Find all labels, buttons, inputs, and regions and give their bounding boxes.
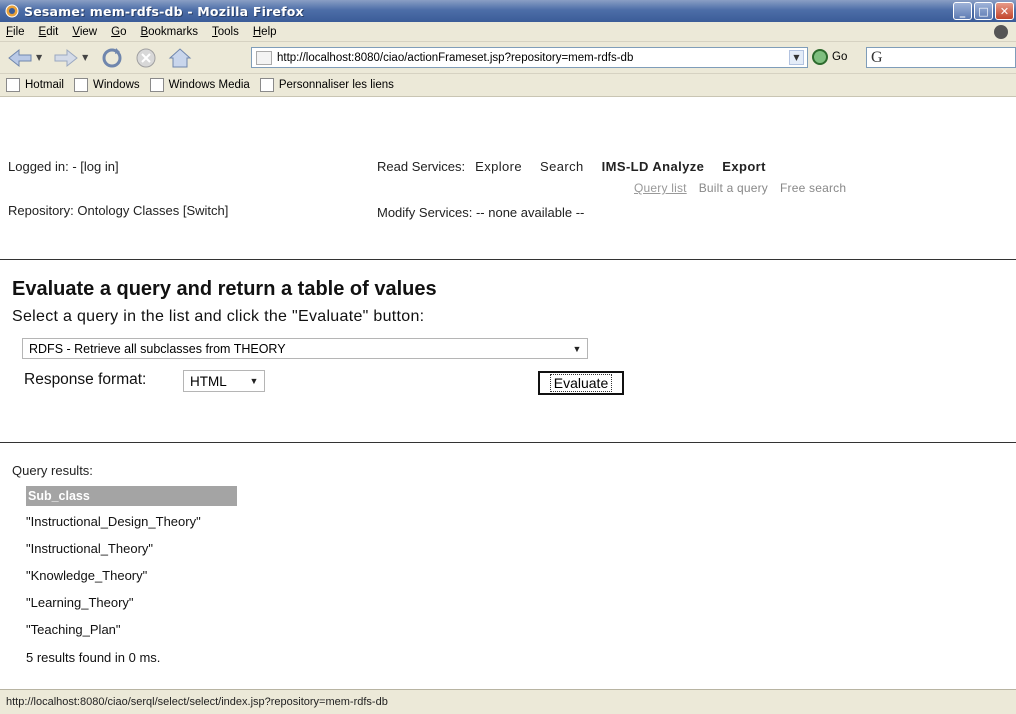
firefox-icon (5, 4, 19, 18)
menu-go[interactable]: Go (111, 26, 126, 38)
response-format-label: Response format: (24, 371, 147, 388)
chevron-down-icon[interactable]: ▼ (246, 373, 262, 388)
menu-bar: File Edit View Go Bookmarks Tools Help (0, 22, 1016, 42)
go-icon (812, 49, 828, 65)
navigation-toolbar: ▼ ▼ http://localhost:8080/ciao/actionFra… (0, 42, 1016, 74)
minimize-button[interactable]: _ (953, 2, 972, 20)
result-row: "Knowledge_Theory" (26, 568, 148, 583)
reload-button[interactable] (98, 46, 126, 70)
bookmark-page-icon (259, 78, 274, 92)
forward-dropdown-icon[interactable]: ▼ (82, 53, 88, 62)
response-format-select[interactable]: HTML ▼ (183, 370, 265, 392)
result-row: "Instructional_Theory" (26, 541, 154, 556)
reload-icon (102, 47, 122, 67)
bookmark-windows[interactable]: Windows (73, 78, 140, 92)
window-title: Sesame: mem-rdfs-db - Mozilla Firefox (24, 3, 304, 19)
read-services: Read Services: Explore Search IMS-LD Ana… (377, 159, 784, 174)
throbber-icon (994, 25, 1008, 39)
status-bar: http://localhost:8080/ciao/serql/select/… (0, 689, 1016, 714)
query-form-frame: Evaluate a query and return a table of v… (0, 260, 1016, 442)
bookmarks-toolbar: Hotmail Windows Windows Media Personnali… (0, 74, 1016, 97)
bookmark-personnaliser[interactable]: Personnaliser les liens (259, 78, 394, 92)
service-search[interactable]: Search (540, 159, 584, 174)
evaluate-button-label: Evaluate (549, 374, 613, 392)
query-submenu: Query list Built a query Free search (634, 181, 858, 195)
modify-services: Modify Services: -- none available -- (377, 205, 585, 220)
bookmark-label: Hotmail (25, 79, 64, 91)
address-bar[interactable]: http://localhost:8080/ciao/actionFramese… (251, 47, 808, 68)
query-instruction: Select a query in the list and click the… (12, 308, 425, 325)
evaluate-button[interactable]: Evaluate (538, 371, 624, 395)
sublink-built-query[interactable]: Built a query (699, 181, 768, 195)
back-button[interactable]: ▼ (6, 46, 46, 70)
results-column-header: Sub_class (26, 486, 237, 506)
back-dropdown-icon[interactable]: ▼ (36, 53, 42, 62)
sublink-free-search[interactable]: Free search (780, 181, 846, 195)
status-text: http://localhost:8080/ciao/serql/select/… (6, 696, 388, 708)
menu-tools[interactable]: Tools (212, 26, 239, 38)
minimize-icon: _ (959, 4, 966, 18)
go-button[interactable]: Go (812, 49, 847, 65)
read-services-label: Read Services: (377, 159, 466, 174)
query-select-value: RDFS - Retrieve all subclasses from THEO… (29, 341, 286, 356)
window-titlebar[interactable]: Sesame: mem-rdfs-db - Mozilla Firefox _ … (0, 0, 1016, 22)
url-dropdown-icon[interactable]: ▼ (789, 50, 804, 65)
result-row: "Teaching_Plan" (26, 622, 121, 637)
results-title: Query results: (12, 463, 93, 478)
results-frame: Query results: Sub_class "Instructional_… (0, 443, 1016, 689)
menu-file[interactable]: File (6, 26, 25, 38)
result-row: "Learning_Theory" (26, 595, 134, 610)
page-icon (256, 50, 272, 65)
bookmark-hotmail[interactable]: Hotmail (6, 78, 64, 92)
bookmark-page-icon (73, 78, 88, 92)
menu-bookmarks[interactable]: Bookmarks (140, 26, 198, 38)
stop-icon (136, 48, 156, 67)
go-label: Go (832, 51, 848, 63)
service-explore[interactable]: Explore (475, 159, 522, 174)
service-imsld-analyze[interactable]: IMS-LD Analyze (602, 159, 705, 174)
menu-edit[interactable]: Edit (39, 26, 59, 38)
bookmark-page-icon (149, 78, 164, 92)
bookmark-windows-media[interactable]: Windows Media (149, 78, 250, 92)
search-box[interactable]: G (866, 47, 1016, 68)
service-export[interactable]: Export (722, 159, 766, 174)
bookmark-label: Windows Media (168, 79, 250, 91)
google-search-icon[interactable]: G (871, 49, 883, 67)
bookmark-label: Personnaliser les liens (278, 79, 394, 91)
results-list: "Instructional_Design_Theory" "Instructi… (26, 515, 201, 650)
query-select[interactable]: RDFS - Retrieve all subclasses from THEO… (22, 338, 588, 359)
home-icon (169, 47, 192, 67)
bookmark-label: Windows (92, 79, 140, 91)
result-row: "Instructional_Design_Theory" (26, 514, 201, 529)
page-title: Evaluate a query and return a table of v… (12, 278, 437, 300)
menu-help[interactable]: Help (253, 26, 277, 38)
login-status[interactable]: Logged in: - [log in] (8, 159, 119, 174)
close-icon: ✕ (999, 4, 1010, 18)
stop-button[interactable] (132, 46, 160, 70)
header-frame: Logged in: - [log in] Repository: Ontolo… (0, 97, 1016, 259)
chevron-down-icon[interactable]: ▼ (569, 341, 585, 356)
menu-view[interactable]: View (72, 26, 97, 38)
forward-button[interactable]: ▼ (52, 46, 92, 70)
sublink-query-list[interactable]: Query list (634, 181, 687, 195)
results-summary: 5 results found in 0 ms. (26, 650, 161, 665)
repository-status[interactable]: Repository: Ontology Classes [Switch] (8, 203, 228, 218)
home-button[interactable] (166, 46, 194, 70)
forward-arrow-icon (54, 48, 78, 67)
response-format-value: HTML (190, 373, 227, 389)
maximize-button[interactable]: □ (974, 2, 993, 20)
bookmark-page-icon (6, 78, 20, 92)
back-arrow-icon (8, 48, 32, 67)
url-text[interactable]: http://localhost:8080/ciao/actionFramese… (277, 52, 633, 64)
close-button[interactable]: ✕ (995, 2, 1014, 20)
maximize-icon: □ (978, 4, 989, 18)
